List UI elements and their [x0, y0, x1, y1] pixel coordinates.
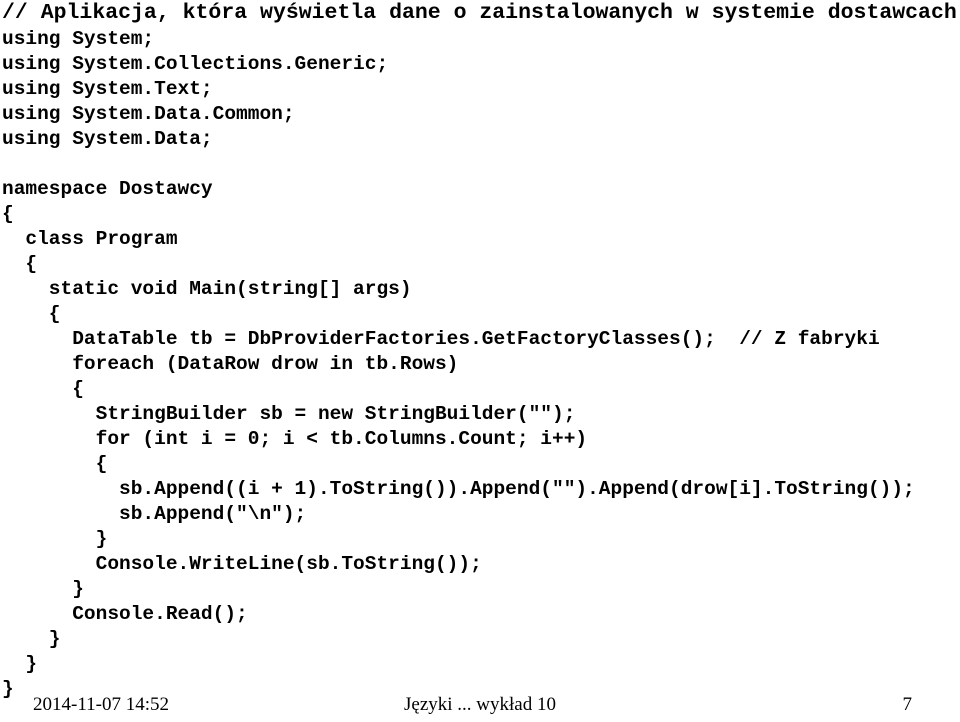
slide-footer: 2014-11-07 14:52 Języki ... wykład 10 7	[0, 694, 960, 722]
code-line: }	[2, 653, 38, 675]
code-line: {	[2, 203, 14, 225]
code-line: using System.Collections.Generic;	[2, 53, 389, 75]
code-line: Console.Read();	[2, 603, 248, 625]
code-line: foreach (DataRow drow in tb.Rows)	[2, 353, 459, 375]
code-line: {	[2, 453, 108, 475]
code-line: namespace Dostawcy	[2, 178, 213, 200]
code-line: using System;	[2, 28, 155, 50]
code-line: using System.Data.Common;	[2, 103, 295, 125]
code-line: }	[2, 578, 84, 600]
code-line: {	[2, 253, 38, 275]
footer-page-number: 7	[902, 694, 913, 715]
code-line: sb.Append("\n");	[2, 503, 307, 525]
code-line: DataTable tb = DbProviderFactories.GetFa…	[2, 328, 880, 350]
code-lines-container: using System; using System.Collections.Ge…	[0, 27, 960, 702]
code-line: {	[2, 303, 61, 325]
code-line: using System.Data;	[2, 128, 213, 150]
code-line: using System.Text;	[2, 78, 213, 100]
code-line: class Program	[2, 228, 178, 250]
code-line: Console.WriteLine(sb.ToString());	[2, 553, 482, 575]
code-line: {	[2, 378, 84, 400]
footer-title: Języki ... wykład 10	[404, 694, 556, 715]
code-block: // Aplikacja, która wyświetla dane o zai…	[0, 0, 960, 702]
code-line: StringBuilder sb = new StringBuilder("")…	[2, 403, 576, 425]
code-line: }	[2, 528, 108, 550]
slide: // Aplikacja, która wyświetla dane o zai…	[0, 0, 960, 722]
code-line: }	[2, 628, 61, 650]
code-line: static void Main(string[] args)	[2, 278, 412, 300]
code-line: sb.Append((i + 1).ToString()).Append("")…	[2, 478, 915, 500]
code-title-comment: // Aplikacja, która wyświetla dane o zai…	[2, 1, 957, 25]
code-line: for (int i = 0; i < tb.Columns.Count; i+…	[2, 428, 588, 450]
